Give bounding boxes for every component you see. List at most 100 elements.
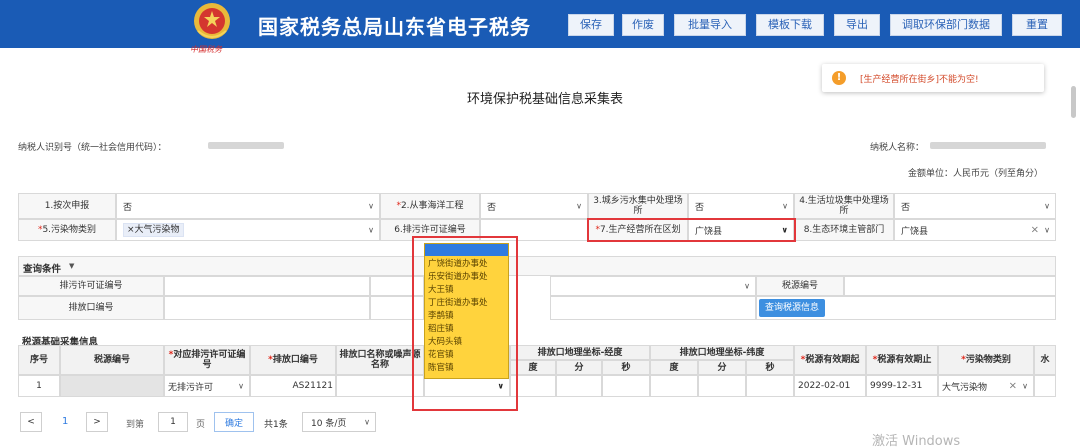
query-outlet-input[interactable] [164, 296, 370, 320]
th-pollutant-type-text: 污染物类别 [965, 355, 1011, 365]
page-unit-label: 页 [196, 420, 206, 430]
chevron-down-icon: ∨ [364, 417, 370, 427]
cell-outlet-no[interactable]: AS21121 [250, 375, 336, 397]
th-permit-no-text: 对应排污许可证编号 [173, 350, 246, 370]
query-source-code-label: 税源编号 [756, 276, 844, 296]
taxpayer-name-redacted [930, 142, 1046, 149]
vertical-scrollbar[interactable] [1071, 86, 1076, 118]
prev-page-button[interactable]: < [20, 412, 42, 432]
total-count: 共1条 [264, 420, 288, 430]
page-size-select[interactable]: 10 条/页 ∨ [302, 412, 376, 432]
cell-pollutant-value: 大气污染物 [942, 382, 988, 393]
chevron-down-icon: ∨ [782, 201, 788, 211]
th-water: 水 [1034, 345, 1056, 375]
field3-label: 3.城乡污水集中处理场所 [588, 193, 688, 219]
field5-label-text: 5.污染物类别 [42, 225, 97, 235]
pollutant-tag: ×大气污染物 [123, 223, 184, 237]
field1-value: 否 [123, 202, 133, 213]
fetch-eco-data-button[interactable]: 调取环保部门数据 [890, 14, 1002, 36]
tag-remove-icon[interactable]: × [127, 225, 135, 235]
cell-start-date[interactable]: 2022-02-01 [794, 375, 866, 397]
clear-icon[interactable]: × [1031, 225, 1039, 236]
next-page-button[interactable]: > [86, 412, 108, 432]
query-header[interactable]: 查询条件 ▼ [18, 256, 1056, 276]
cell-outlet-name[interactable] [336, 375, 424, 397]
th-lat-sec: 秒 [746, 360, 794, 375]
field8-select[interactable]: 广饶县 × ∨ [894, 219, 1056, 241]
goto-confirm-button[interactable]: 确定 [214, 412, 254, 432]
windows-activation-watermark: 激活 Windows [872, 434, 961, 448]
field2-select[interactable]: 否 ∨ [480, 193, 588, 219]
field8-label: 8.生态环境主管部门 [794, 219, 894, 241]
th-outlet-no: *排放口编号 [250, 345, 336, 375]
toast-message: [生产经营所在街乡]不能为空! [860, 75, 979, 85]
save-button[interactable]: 保存 [568, 14, 614, 36]
taxpayer-id-label: 纳税人识别号（统一社会信用代码）： [18, 143, 167, 153]
batch-import-button[interactable]: 批量导入 [674, 14, 746, 36]
chevron-down-icon: ∨ [368, 225, 374, 235]
warning-icon: ! [832, 71, 846, 85]
query-permit-input[interactable] [164, 276, 370, 296]
cell-end-date[interactable]: 9999-12-31 [866, 375, 938, 397]
highlight-box-dropdown [412, 236, 518, 411]
field2-label-text: 2.从事海洋工程 [400, 201, 464, 211]
clear-icon[interactable]: × [1009, 381, 1017, 392]
void-button[interactable]: 作废 [622, 14, 664, 36]
th-lat-min: 分 [698, 360, 746, 375]
reset-button[interactable]: 重置 [1012, 14, 1062, 36]
th-source-code: 税源编号 [60, 345, 164, 375]
cell-permit-select[interactable]: 无排污许可 ∨ [164, 375, 250, 397]
cell-seq: 1 [18, 375, 60, 397]
th-end-text: 税源有效期止 [877, 355, 932, 365]
th-seq: 序号 [18, 345, 60, 375]
th-permit-no: *对应排污许可证编号 [164, 345, 250, 375]
chevron-down-icon: ∨ [238, 381, 244, 391]
amount-unit-note: 金额单位：人民币元（列至角分） [908, 169, 1044, 179]
field3-select[interactable]: 否 ∨ [688, 193, 794, 219]
goto-label: 到第 [126, 420, 145, 430]
taxpayer-name-label: 纳税人名称： [870, 143, 925, 153]
field4-select[interactable]: 否 ∨ [894, 193, 1056, 219]
cell-lon-min[interactable] [556, 375, 602, 397]
highlight-box-region [587, 218, 796, 242]
th-longitude: 排放口地理坐标-经度 [510, 345, 650, 360]
query-select[interactable]: ∨ [550, 276, 756, 296]
export-button[interactable]: 导出 [834, 14, 880, 36]
site-title: 国家税务总局山东省电子税务 [258, 15, 531, 39]
query-source-code-input[interactable] [844, 276, 1056, 296]
cell-lat-min[interactable] [698, 375, 746, 397]
th-end: *税源有效期止 [866, 345, 938, 375]
field5-multiselect[interactable]: ×大气污染物 ∨ [116, 219, 380, 241]
cell-lat-deg[interactable] [650, 375, 698, 397]
field2-label: * 2.从事海洋工程 [380, 193, 480, 219]
tax-emblem-logo [194, 3, 230, 39]
tag-text: 大气污染物 [134, 225, 180, 235]
chevron-down-icon: ∨ [1022, 381, 1028, 391]
cell-pollutant-select[interactable]: 大气污染物 × ∨ [938, 375, 1034, 397]
chevron-down-icon: ∨ [368, 201, 374, 211]
cell-lat-sec[interactable] [746, 375, 794, 397]
th-outlet-no-text: 排放口编号 [272, 355, 318, 365]
cell-permit-value: 无排污许可 [168, 382, 214, 393]
field1-select[interactable]: 否 ∨ [116, 193, 380, 219]
page-size-value: 10 条/页 [311, 418, 347, 429]
field5-label: * 5.污染物类别 [18, 219, 116, 241]
th-latitude: 排放口地理坐标-纬度 [650, 345, 794, 360]
th-start: *税源有效期起 [794, 345, 866, 375]
caret-down-icon: ▼ [69, 262, 75, 270]
query-permit-label: 排污许可证编号 [18, 276, 164, 296]
query-source-button[interactable]: 查询税源信息 [759, 299, 825, 317]
th-start-text: 税源有效期起 [805, 355, 860, 365]
query-blank-cell [550, 296, 756, 320]
taxpayer-id-redacted [208, 142, 284, 149]
current-page[interactable]: 1 [62, 416, 68, 427]
template-download-button[interactable]: 模板下载 [756, 14, 824, 36]
th-lon-min: 分 [556, 360, 602, 375]
cell-lon-sec[interactable] [602, 375, 650, 397]
field2-value: 否 [487, 202, 497, 213]
chevron-down-icon: ∨ [1044, 201, 1050, 211]
cell-water[interactable] [1034, 375, 1056, 397]
chevron-down-icon: ∨ [1044, 225, 1050, 235]
field8-value: 广饶县 [901, 226, 929, 237]
goto-page-input[interactable]: 1 [158, 412, 188, 432]
